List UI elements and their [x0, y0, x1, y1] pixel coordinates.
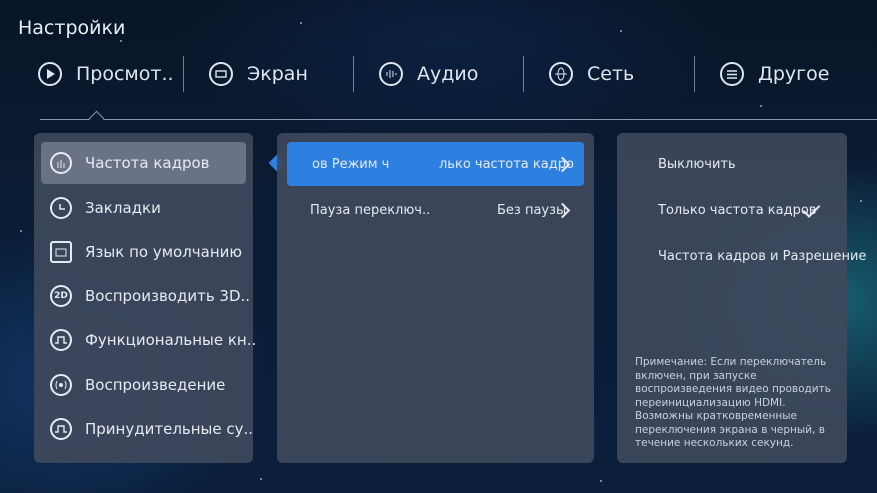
nav-divider: [40, 119, 877, 120]
monitor-icon: [209, 62, 233, 86]
tab-separator: [694, 56, 695, 92]
globe-icon: [549, 62, 573, 86]
menu-item-label: Принудительные су..: [85, 420, 254, 438]
menu-item-label: Воспроизводить 3D..: [85, 287, 251, 305]
settings-category-panel: Частота кадров Закладки Язык по умолчани…: [34, 133, 256, 463]
tab-separator: [353, 56, 354, 92]
row-label: Пауза переключ..: [310, 202, 431, 218]
top-navigation: Просмот.. Экран Аудио Сеть Другое: [0, 50, 877, 98]
tab-separator: [523, 56, 524, 92]
row-label: ов Режим ч: [312, 156, 390, 172]
language-icon: [50, 241, 72, 263]
options-panel: Выключить Только частота кадров Частота …: [617, 133, 866, 463]
menu-item-forced-subtitles[interactable]: Принудительные су..: [41, 408, 253, 450]
tab-label: Просмот..: [76, 63, 174, 85]
menu-item-label: Частота кадров: [85, 154, 210, 172]
menu-item-default-language[interactable]: Язык по умолчанию: [41, 231, 246, 273]
option-off[interactable]: Выключить: [658, 157, 736, 172]
tab-label: Аудио: [417, 63, 479, 85]
note-text: Примечание: Если переключатель включен, …: [635, 356, 831, 449]
menu-icon: [720, 62, 744, 86]
play-icon: [38, 62, 62, 86]
2d-icon: 2D: [50, 285, 72, 307]
menu-item-function-keys[interactable]: Функциональные кн..: [41, 319, 256, 361]
tab-network[interactable]: Сеть: [549, 50, 634, 98]
tab-screen[interactable]: Экран: [209, 50, 308, 98]
menu-item-label: Язык по умолчанию: [85, 243, 243, 261]
menu-item-label: Воспроизведение: [85, 376, 226, 394]
tab-label: Другое: [758, 63, 830, 85]
tab-other[interactable]: Другое: [720, 50, 829, 98]
option-frame-rate-only[interactable]: Только частота кадров: [658, 203, 816, 218]
menu-item-frame-rate[interactable]: Частота кадров: [41, 142, 246, 184]
tab-view[interactable]: Просмот..: [38, 50, 174, 98]
forced-subtitles-icon: [50, 418, 72, 440]
menu-item-label: Функциональные кн..: [85, 331, 257, 349]
playback-icon: [50, 374, 72, 396]
tab-label: Экран: [247, 63, 308, 85]
tab-separator: [183, 56, 184, 92]
mode-row[interactable]: ов Режим ч лько частота кадро: [287, 142, 584, 186]
function-keys-icon: [50, 329, 72, 351]
pause-switch-row[interactable]: Пауза переключ.. Без паузы: [287, 188, 584, 232]
page-title: Настройки: [18, 17, 126, 39]
menu-item-playback[interactable]: Воспроизведение: [41, 364, 246, 406]
tab-audio[interactable]: Аудио: [379, 50, 478, 98]
clock-icon: [50, 197, 72, 219]
active-tab-indicator: [88, 110, 105, 127]
frame-rate-icon: [50, 152, 72, 174]
menu-item-label: Закладки: [85, 199, 161, 217]
tab-label: Сеть: [587, 63, 635, 85]
frame-rate-settings-panel: ов Режим ч лько частота кадро Пауза пере…: [277, 133, 594, 463]
menu-item-bookmarks[interactable]: Закладки: [41, 187, 246, 229]
option-frame-rate-and-resolution[interactable]: Частота кадров и Разрешение: [658, 249, 866, 264]
menu-item-play-3d[interactable]: 2D Воспроизводить 3D..: [41, 275, 250, 317]
audio-icon: [379, 62, 403, 86]
